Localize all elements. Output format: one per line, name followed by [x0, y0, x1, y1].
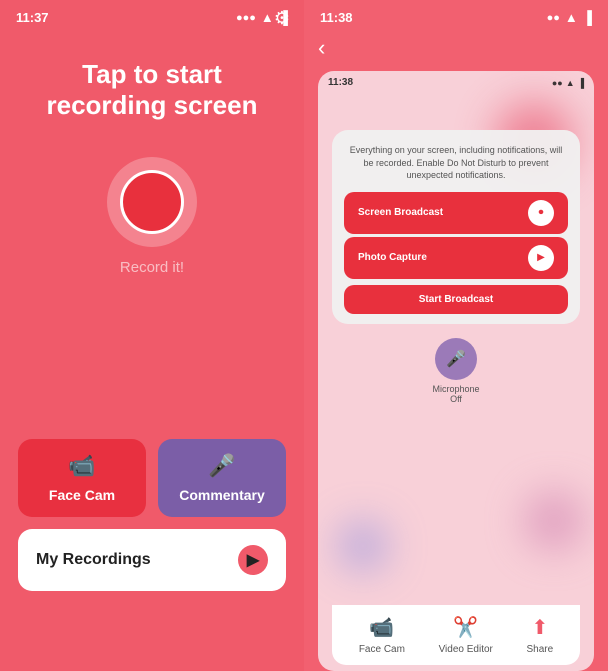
record-button-area[interactable]: Record it! — [107, 157, 197, 276]
start-broadcast-label: Start Broadcast — [419, 294, 493, 305]
status-bar-left: 11:37 ●●● ▲ ▐ — [0, 0, 304, 29]
broadcast-options: Screen Broadcast ⏺ Photo Capture ▶ — [344, 192, 568, 279]
microphone-label: Microphone Off — [432, 384, 479, 404]
camera-icon: 📹 — [68, 453, 95, 479]
time-left: 11:37 — [16, 10, 49, 25]
inner-wifi-icon: ▲ — [566, 78, 575, 88]
status-bar-right: 11:38 ●● ▲ ▐ — [304, 0, 608, 29]
record-circle-outer[interactable] — [107, 157, 197, 247]
battery-icon-right: ▐ — [583, 10, 592, 25]
left-phone: 11:37 ●●● ▲ ▐ ⚙ Tap to start recording s… — [0, 0, 304, 671]
nav-face-cam[interactable]: 📹 Face Cam — [359, 615, 405, 655]
inner-signal-icon: ●● — [552, 78, 563, 88]
nav-share-icon: ⬆ — [531, 615, 548, 640]
microphone-circle[interactable]: 🎤 — [435, 338, 477, 380]
inner-status-bar: 11:38 ●● ▲ ▐ — [318, 71, 594, 90]
photo-capture-option[interactable]: Photo Capture ▶ — [344, 237, 568, 279]
my-recordings-button[interactable]: My Recordings ▶ — [18, 529, 286, 591]
bottom-buttons: 📹 Face Cam 🎤 Commentary My Recordings ▶ — [0, 439, 304, 591]
my-recordings-label: My Recordings — [36, 551, 151, 569]
start-broadcast-button[interactable]: Start Broadcast — [344, 285, 568, 314]
broadcast-popup: Everything on your screen, including not… — [332, 130, 580, 324]
inner-status-icons: ●● ▲ ▐ — [552, 78, 584, 88]
mic-icon: 🎤 — [208, 453, 235, 479]
wifi-icon: ▲ — [261, 10, 274, 25]
signal-icon: ●●● — [236, 12, 256, 24]
play-icon: ▶ — [247, 550, 259, 570]
nav-scissors-icon: ✂️ — [453, 615, 478, 640]
camera-capture-icon: ▶ — [528, 245, 554, 271]
back-chevron-icon: ‹ — [318, 35, 325, 60]
wifi-icon-right: ▲ — [565, 10, 578, 25]
gradient-blob-3 — [338, 521, 388, 571]
microphone-section: 🎤 Microphone Off — [318, 338, 594, 404]
status-icons-right: ●● ▲ ▐ — [547, 10, 592, 25]
time-right: 11:38 — [320, 10, 353, 25]
commentary-label: Commentary — [179, 487, 265, 503]
face-cam-label: Face Cam — [49, 487, 115, 503]
photo-capture-label: Photo Capture — [358, 252, 427, 263]
gear-icon: ⚙ — [274, 8, 290, 28]
nav-share-label: Share — [526, 644, 553, 655]
back-button[interactable]: ‹ — [304, 29, 608, 67]
screen-broadcast-option[interactable]: Screen Broadcast ⏺ — [344, 192, 568, 234]
record-label: Record it! — [120, 259, 184, 276]
inner-time: 11:38 — [328, 77, 353, 88]
record-dot-icon: ⏺ — [528, 200, 554, 226]
signal-icon-right: ●● — [547, 12, 560, 24]
commentary-button[interactable]: 🎤 Commentary — [158, 439, 286, 517]
microphone-icon: 🎤 — [446, 349, 466, 369]
nav-camera-icon: 📹 — [369, 615, 394, 640]
inner-battery-icon: ▐ — [578, 78, 584, 88]
nav-face-cam-label: Face Cam — [359, 644, 405, 655]
gradient-blob-2 — [524, 491, 584, 551]
nav-share[interactable]: ⬆ Share — [526, 615, 553, 655]
inner-screen: 11:38 ●● ▲ ▐ Everything on your screen, … — [318, 71, 594, 671]
right-phone: 11:38 ●● ▲ ▐ ‹ 11:38 ●● ▲ ▐ Everything o… — [304, 0, 608, 671]
nav-video-editor-label: Video Editor — [439, 644, 493, 655]
feature-buttons-row: 📹 Face Cam 🎤 Commentary — [18, 439, 286, 517]
nav-video-editor[interactable]: ✂️ Video Editor — [439, 615, 493, 655]
headline-text: Tap to start recording screen — [0, 59, 304, 121]
record-circle-inner[interactable] — [120, 170, 184, 234]
gear-button[interactable]: ⚙ — [274, 8, 290, 29]
face-cam-button[interactable]: 📹 Face Cam — [18, 439, 146, 517]
bottom-nav-right: 📹 Face Cam ✂️ Video Editor ⬆ Share — [332, 605, 580, 665]
screen-broadcast-label: Screen Broadcast — [358, 207, 443, 218]
broadcast-notice: Everything on your screen, including not… — [344, 144, 568, 182]
play-icon-circle: ▶ — [238, 545, 268, 575]
